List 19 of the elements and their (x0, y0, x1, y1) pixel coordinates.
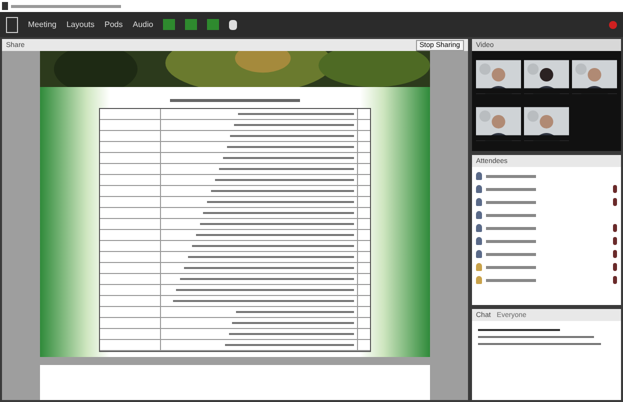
menu-item[interactable]: Audio (132, 20, 154, 29)
menu-item[interactable]: Pods (104, 20, 123, 29)
name-line (486, 266, 536, 268)
name-line (486, 252, 536, 256)
status-toggle-icon[interactable] (163, 19, 176, 30)
name-line (486, 200, 536, 204)
name-line (486, 188, 536, 190)
name-line (486, 278, 536, 282)
menu-item[interactable]: Meeting (28, 20, 56, 29)
record-icon (609, 20, 617, 28)
status-toggle-icon[interactable] (185, 19, 198, 30)
menu-item[interactable]: Layouts (66, 20, 94, 29)
name-line (486, 174, 536, 178)
name-line (486, 240, 536, 242)
app-icon (2, 2, 8, 10)
status-toggle-icon[interactable] (207, 19, 220, 30)
logo-icon (6, 16, 18, 32)
name-line (486, 214, 536, 216)
name-line (486, 226, 536, 230)
